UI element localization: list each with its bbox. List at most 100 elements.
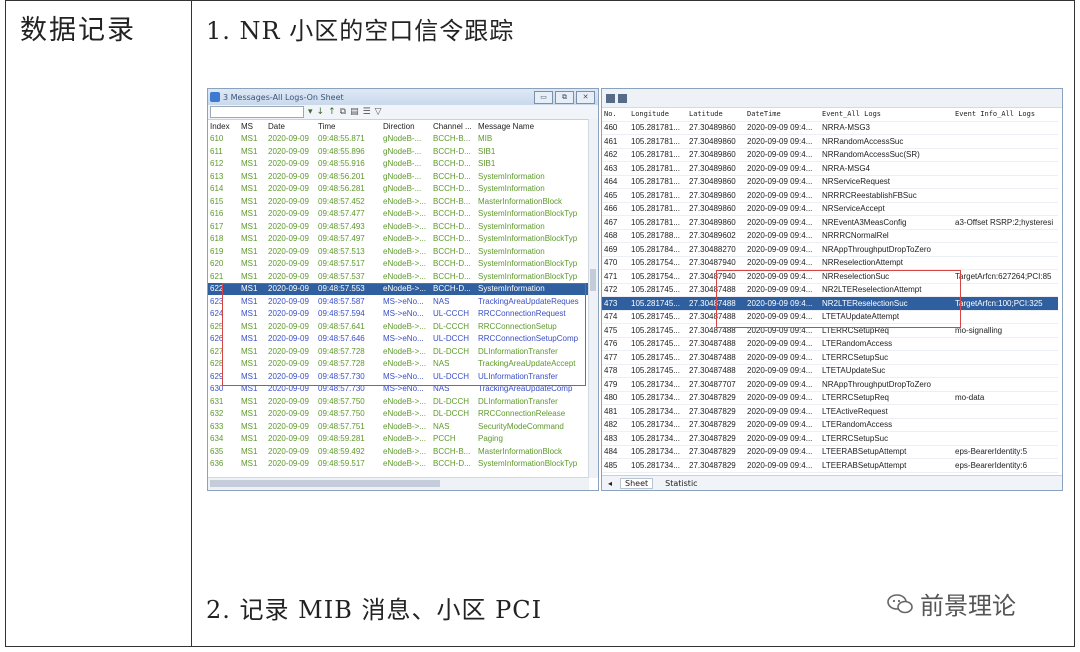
table-row[interactable]: 462 105.281781... 27.30489860 2020-09-09 09… [602, 148, 1058, 162]
column-header[interactable]: Longitude [629, 108, 687, 122]
table-row[interactable]: 461 105.281781... 27.30489860 2020-09-09 09… [602, 134, 1058, 149]
table-row[interactable]: 635 MS1 2020-09-09 09:48:59.492 eNodeB->... B… [208, 445, 591, 458]
app-icon [210, 92, 220, 102]
column-header[interactable]: DateTime [745, 108, 820, 122]
table-row[interactable]: 467 105.281781... 27.30489860 2020-09-09 09… [602, 215, 1058, 230]
table-cell: 485 [602, 458, 629, 473]
minimize-button[interactable]: ▭ [534, 91, 553, 104]
table-row[interactable]: 466 105.281781... 27.30489860 2020-09-09 09… [602, 202, 1058, 216]
table-cell: NRRandomAccessSuc(SR) [820, 148, 953, 162]
copy-icon[interactable] [606, 93, 615, 103]
table-cell: 620 [210, 259, 224, 269]
down-arrow-icon[interactable]: ▾ [308, 107, 313, 117]
table-row[interactable]: 634 MS1 2020-09-09 09:48:59.281 eNodeB->... P… [208, 433, 591, 446]
column-header[interactable]: Index [208, 120, 239, 133]
table-cell: 2020-09-09 09:4... [745, 418, 820, 432]
column-header[interactable]: MS [239, 120, 266, 133]
close-button[interactable]: ✕ [576, 91, 595, 104]
table-cell: 2020-09-09 [268, 421, 309, 431]
table-row[interactable]: 476 105.281745... 27.30487488 2020-09-09 09… [602, 337, 1058, 351]
table-row[interactable]: 614 MS1 2020-09-09 09:48:56.281 gNodeB-... BC… [208, 183, 591, 196]
filter-input[interactable] [210, 106, 304, 118]
table-row[interactable]: 633 MS1 2020-09-09 09:48:57.751 eNodeB->... N… [208, 420, 591, 433]
table-row[interactable]: 484 105.281734... 27.30487829 2020-09-09 09… [602, 445, 1058, 459]
table-cell: 105.281745... [629, 283, 687, 297]
arrow-up-green-icon[interactable]: ↑ [328, 107, 336, 117]
table-cell [953, 161, 1058, 176]
table-row[interactable]: 610 MS1 2020-09-09 09:48:55.871 gNodeB-... BC… [208, 133, 591, 146]
table-cell: 2020-09-09 09:4... [745, 431, 820, 446]
table-row[interactable]: 477 105.281745... 27.30487488 2020-09-09 09… [602, 350, 1058, 365]
table-row[interactable]: 611 MS1 2020-09-09 09:48:55.896 gNodeB-... BC… [208, 145, 591, 158]
tab-statistic[interactable]: Statistic [661, 479, 701, 488]
table-cell: 616 [210, 209, 224, 219]
table-row[interactable]: 615 MS1 2020-09-09 09:48:57.452 eNodeB->... B… [208, 195, 591, 208]
save-icon[interactable] [618, 93, 627, 103]
table-cell: 105.281745... [629, 350, 687, 365]
wechat-icon [887, 593, 913, 613]
table-cell: 09:48:57.513 [318, 246, 365, 256]
table-cell: 105.281781... [629, 202, 687, 216]
table-row[interactable]: 620 MS1 2020-09-09 09:48:57.517 eNodeB->... B… [208, 258, 591, 271]
table-row[interactable]: 482 105.281734... 27.30487829 2020-09-09 09… [602, 418, 1058, 432]
table-row[interactable]: 480 105.281734... 27.30487829 2020-09-09 09… [602, 391, 1058, 405]
table-row[interactable]: 483 105.281734... 27.30487829 2020-09-09 09… [602, 431, 1058, 446]
table-row[interactable]: 632 MS1 2020-09-09 09:48:57.750 eNodeB->... D… [208, 408, 591, 421]
table-row[interactable]: 485 105.281734... 27.30487829 2020-09-09 09… [602, 458, 1058, 473]
column-header[interactable]: Direction [381, 120, 431, 133]
column-header[interactable]: No. [602, 108, 629, 122]
table-cell: NRRA-MSG3 [820, 121, 953, 135]
table-row[interactable]: 617 MS1 2020-09-09 09:48:57.493 eNodeB->... B… [208, 220, 591, 233]
table-cell: NRRRCReestablishFBSuc [820, 188, 953, 203]
column-header[interactable]: Date [266, 120, 316, 133]
column-header[interactable]: Channel ... [431, 120, 476, 133]
table-row[interactable]: 465 105.281781... 27.30489860 2020-09-09 09… [602, 188, 1058, 203]
columns-icon[interactable]: ☰ [363, 107, 371, 117]
table-cell: eNodeB->... [383, 271, 426, 281]
table-cell: MS1 [241, 234, 258, 244]
table-row[interactable]: 613 MS1 2020-09-09 09:48:56.201 gNodeB-... BC… [208, 170, 591, 183]
column-header[interactable]: Time [316, 120, 381, 133]
arrow-down-green-icon[interactable]: ↓ [317, 107, 325, 117]
column-header[interactable]: Latitude [687, 108, 745, 122]
table-cell: eNodeB->... [383, 409, 426, 419]
table-cell: MS1 [241, 421, 258, 431]
column-header[interactable]: Message Name [476, 120, 591, 133]
watermark: 前景理论 [886, 586, 1016, 621]
table-row[interactable]: 470 105.281754... 27.30487940 2020-09-09 09… [602, 256, 1058, 270]
table-row[interactable]: 468 105.281788... 27.30489602 2020-09-09 09… [602, 229, 1058, 243]
table-row[interactable]: 478 105.281745... 27.30487488 2020-09-09 09… [602, 364, 1058, 378]
table-cell: MS1 [241, 271, 258, 281]
table-row[interactable]: 612 MS1 2020-09-09 09:48:55.916 gNodeB-... BC… [208, 158, 591, 171]
table-row[interactable]: 460 105.281781... 27.30489860 2020-09-09 09… [602, 121, 1058, 135]
table-row[interactable]: 631 MS1 2020-09-09 09:48:57.750 eNodeB->... D… [208, 395, 591, 408]
column-header[interactable]: Event_All Logs [820, 108, 953, 122]
table-row[interactable]: 479 105.281734... 27.30487707 2020-09-09 09… [602, 377, 1058, 392]
table-row[interactable]: 636 MS1 2020-09-09 09:48:59.517 eNodeB->... B… [208, 458, 591, 471]
table-cell: SystemInformation [478, 184, 545, 194]
table-row[interactable]: 618 MS1 2020-09-09 09:48:57.497 eNodeB->... B… [208, 233, 591, 246]
column-header[interactable]: Event Info_All Logs [953, 108, 1058, 122]
tab-scroll-left-icon[interactable]: ◂ [608, 479, 612, 488]
export-icon[interactable]: ▤ [350, 107, 359, 117]
table-cell: 2020-09-09 09:4... [745, 337, 820, 351]
table-row[interactable]: 619 MS1 2020-09-09 09:48:57.513 eNodeB->... B… [208, 245, 591, 258]
table-row[interactable]: 481 105.281734... 27.30487829 2020-09-09 09… [602, 404, 1058, 419]
table-row[interactable]: 616 MS1 2020-09-09 09:48:57.477 eNodeB->... B… [208, 208, 591, 221]
table-cell: 474 [602, 310, 629, 324]
restore-button[interactable]: ⧉ [555, 91, 574, 104]
filter-icon[interactable]: ▽ [375, 107, 382, 117]
copy-icon[interactable]: ⧉ [340, 107, 346, 117]
table-cell [953, 256, 1058, 270]
horizontal-scrollbar[interactable] [208, 477, 589, 490]
table-row[interactable]: 463 105.281781... 27.30489860 2020-09-09 09… [602, 161, 1058, 176]
tab-sheet[interactable]: Sheet [620, 477, 654, 489]
table-row[interactable]: 621 MS1 2020-09-09 09:48:57.537 eNodeB->... B… [208, 270, 591, 283]
table-cell: MS1 [241, 459, 258, 469]
table-row[interactable]: 464 105.281781... 27.30489860 2020-09-09 09… [602, 175, 1058, 189]
vertical-scrollbar[interactable] [588, 119, 598, 478]
table-cell: MS1 [241, 409, 258, 419]
table-cell: 27.30487829 [687, 458, 745, 473]
table-row[interactable]: 469 105.281784... 27.30488270 2020-09-09 09… [602, 242, 1058, 257]
table-cell: 105.281734... [629, 418, 687, 432]
